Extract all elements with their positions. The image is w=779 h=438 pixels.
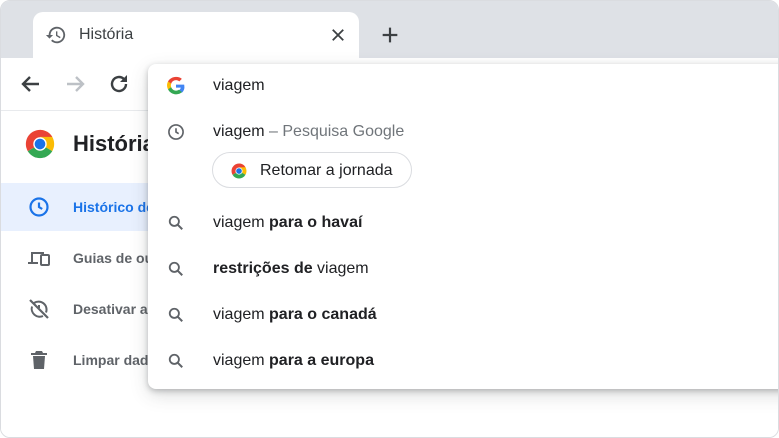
suggestion-suffix: viagem <box>312 260 369 277</box>
suggestion-bold: restrições de <box>213 260 313 277</box>
devices-icon <box>28 252 50 266</box>
search-icon <box>168 307 183 322</box>
suggestion-history-row[interactable]: viagem – Pesquisa Google <box>148 112 778 152</box>
suggestion-bold: para a europa <box>269 352 374 369</box>
new-tab-plus-icon[interactable] <box>379 24 401 46</box>
suggestion-separator: – <box>264 123 283 140</box>
forward-arrow-icon[interactable] <box>63 72 87 96</box>
tab-title: História <box>79 26 134 43</box>
chrome-logo-icon <box>231 163 247 179</box>
suggestion-text: restrições de viagem <box>213 260 369 278</box>
history-off-icon <box>29 299 49 319</box>
omnibox-input-row[interactable]: viagem <box>148 66 778 106</box>
browser-window: História História Histórico de Guias de … <box>0 0 779 438</box>
close-icon[interactable] <box>329 26 347 44</box>
omnibox-dropdown: viagem viagem – Pesquisa Google Retomar … <box>148 64 778 389</box>
sidebar-item-label: Limpar dad <box>73 352 149 368</box>
sidebar-item-label: Guias de ou <box>73 250 154 266</box>
chip-label: Retomar a jornada <box>260 162 393 179</box>
tab-strip: História <box>1 1 778 58</box>
resume-journey-chip[interactable]: Retomar a jornada <box>212 152 412 188</box>
suggestion-row[interactable]: viagem para o havaí <box>148 203 778 243</box>
suggestion-prefix: viagem <box>213 306 270 323</box>
suggestion-prefix: viagem <box>213 214 270 231</box>
suggestion-prefix: viagem <box>213 352 270 369</box>
history-icon <box>45 26 66 44</box>
search-icon <box>168 215 183 230</box>
sidebar-item-label: Desativar a <box>73 301 148 317</box>
suggestion-text: viagem para o canadá <box>213 306 377 324</box>
trash-icon <box>31 351 47 369</box>
omnibox-input-text[interactable]: viagem <box>213 77 265 95</box>
clock-icon <box>168 124 184 140</box>
chrome-logo-icon <box>25 129 55 159</box>
suggestion-query: viagem <box>213 123 265 140</box>
suggestion-text: viagem para o havaí <box>213 214 362 232</box>
suggestion-row[interactable]: viagem para o canadá <box>148 295 778 335</box>
search-icon <box>168 261 183 276</box>
tab-history[interactable]: História <box>33 12 359 58</box>
suggestion-row[interactable]: viagem para a europa <box>148 341 778 381</box>
suggestion-text: viagem – Pesquisa Google <box>213 123 404 141</box>
suggestion-row[interactable]: restrições de viagem <box>148 249 778 289</box>
suggestion-bold: para o canadá <box>269 306 377 323</box>
suggestion-bold: para o havaí <box>269 214 363 231</box>
sidebar-item-label: Histórico de <box>73 199 154 215</box>
page-title: História <box>73 131 155 156</box>
reload-icon[interactable] <box>107 72 131 96</box>
suggestion-source: Pesquisa Google <box>282 123 405 140</box>
search-icon <box>168 353 183 368</box>
clock-icon <box>29 197 49 217</box>
back-arrow-icon[interactable] <box>19 72 43 96</box>
google-g-icon <box>167 76 185 95</box>
suggestion-text: viagem para a europa <box>213 352 374 370</box>
